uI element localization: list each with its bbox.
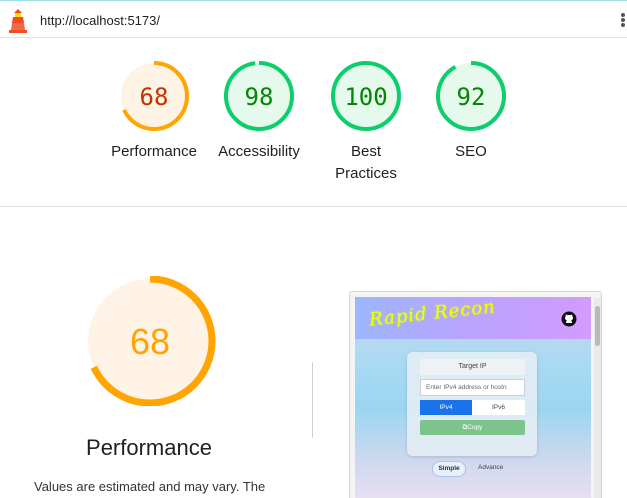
- target-ip-input[interactable]: Enter IPv4 address or hostn: [420, 379, 525, 396]
- screenshot-scrollbar[interactable]: [594, 298, 601, 498]
- app-logo: Rapid Recon: [368, 297, 497, 331]
- gauge-performance[interactable]: 68 Performance: [94, 60, 214, 163]
- copy-button[interactable]: ⧉Copy: [420, 420, 525, 435]
- gauge-ring: 92: [436, 61, 506, 131]
- github-icon[interactable]: [561, 311, 577, 327]
- gauge-label: Performance: [111, 143, 197, 160]
- gauge-ring: 68: [119, 61, 189, 131]
- gauge-label-line2: Practices: [335, 165, 397, 182]
- app-header: Rapid Recon: [355, 297, 591, 339]
- lighthouse-logo-icon: [9, 9, 27, 33]
- page-url: http://localhost:5173/: [40, 13, 160, 28]
- gauge-score: 98: [245, 83, 274, 111]
- card-title: Target IP: [420, 359, 525, 375]
- gauge-score: 68: [140, 83, 169, 111]
- gauge-score: 100: [344, 83, 387, 111]
- gauge-seo[interactable]: 92 SEO: [411, 60, 531, 163]
- gauge-label: SEO: [455, 143, 487, 160]
- target-ip-card: Target IP Enter IPv4 address or hostn IP…: [407, 352, 537, 456]
- tab-ipv4[interactable]: IPv4: [420, 400, 472, 415]
- performance-big-score: 68: [130, 321, 170, 362]
- performance-title: Performance: [86, 435, 212, 460]
- scroll-thumb[interactable]: [595, 306, 600, 346]
- gauge-ring: 100: [331, 61, 401, 131]
- final-screenshot: Rapid Recon Target IP Enter IPv4 address…: [355, 297, 591, 498]
- gauge-label: Best Practices: [306, 141, 426, 185]
- final-screenshot-frame[interactable]: Rapid Recon Target IP Enter IPv4 address…: [349, 291, 602, 498]
- menu-kebab-icon[interactable]: [619, 12, 627, 32]
- section-divider: [0, 206, 627, 207]
- performance-big-gauge: 68: [84, 276, 216, 406]
- gauge-label: Accessibility: [218, 143, 300, 160]
- report-topbar: http://localhost:5173/: [0, 0, 627, 38]
- gauge-score: 92: [457, 83, 486, 111]
- mode-advance-button[interactable]: Advance: [478, 461, 503, 475]
- gauge-accessibility[interactable]: 98 Accessibility: [199, 60, 319, 163]
- mode-simple-button[interactable]: Simple: [432, 461, 466, 477]
- gauge-ring: 98: [224, 61, 294, 131]
- vertical-separator: [312, 362, 313, 438]
- category-gauges: 68 Performance 98 Accessibility 100 Best…: [0, 38, 627, 206]
- gauge-label-line1: Best: [350, 143, 381, 160]
- performance-description: Values are estimated and may vary. The: [34, 479, 266, 494]
- tab-ipv6[interactable]: IPv6: [472, 400, 525, 415]
- copy-label: Copy: [467, 424, 483, 431]
- gauge-best-practices[interactable]: 100 Best Practices: [306, 60, 426, 185]
